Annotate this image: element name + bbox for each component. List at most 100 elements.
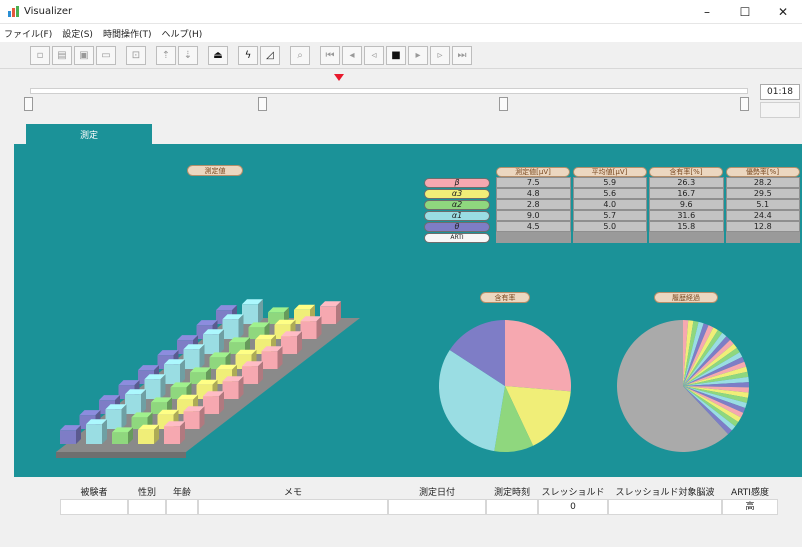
bar-3d [242,361,263,384]
import-icon[interactable]: ⊡ [126,46,146,65]
bar-3d [144,374,166,399]
subject-field[interactable] [60,499,128,515]
window-title: Visualizer [24,6,73,17]
date-field[interactable] [388,499,486,515]
upload-icon[interactable]: ⇡ [156,46,176,65]
bar-3d [86,419,107,444]
download-icon[interactable]: ⇣ [178,46,198,65]
table-cell: 5.9 [572,177,647,188]
step-back-icon[interactable]: ◂ [342,46,362,65]
arti-sensitivity-field[interactable]: 高 [722,499,778,515]
table-cell: 7.5 [496,177,571,188]
menu-bar: ファイル(F) 設定(S) 時間操作(T) ヘルプ(H) [0,24,802,42]
table-cell [496,232,571,243]
table-cell: 15.8 [649,221,724,232]
content-pie-chart [438,320,571,452]
table-cell: 4.8 [496,188,571,199]
table-cell: 5.0 [572,221,647,232]
measurement-title: 測定値 [187,165,243,176]
measurement-panel: 測定値 測定値[μV] 平均値[μV] 含有率[%] 優勢率[%] β 7.5 … [14,144,802,477]
menu-file[interactable]: ファイル(F) [4,27,52,40]
menu-help[interactable]: ヘルプ(H) [161,27,202,40]
time-input[interactable] [760,102,800,118]
new-icon[interactable]: ▫ [30,46,50,65]
content-pie-title: 含有率 [480,292,530,303]
pie-slice [505,320,571,392]
rewind-icon[interactable]: ⏮ [320,46,340,65]
flash-icon[interactable]: ϟ [238,46,258,65]
timeline-track[interactable] [30,88,748,94]
bar-3d [60,425,81,444]
header-threshold: スレッショルド [541,488,605,498]
memo-field[interactable] [198,499,388,515]
table-cell: 24.4 [725,210,800,221]
bar-3d [222,314,244,339]
zoom-icon[interactable]: ⌕ [290,46,310,65]
menu-time-control[interactable]: 時間操作(T) [103,27,152,40]
header-gender: 性別 [137,488,156,498]
save-icon[interactable]: ▣ [74,46,94,65]
bar-3d [183,344,205,369]
row-label-beta: β [424,177,490,188]
row-label-alpha3: α3 [424,188,490,199]
time-field[interactable] [486,499,538,515]
stop-icon[interactable]: ■ [386,46,406,65]
open-icon[interactable]: ▤ [52,46,72,65]
table-row: α2 2.8 4.0 9.6 5.1 [424,199,800,210]
row-label-alpha1: α1 [424,210,490,221]
range-handle-2[interactable] [499,97,508,111]
eject-icon[interactable]: ⏏ [208,46,228,65]
bar-3d [164,359,185,384]
bar-3d [112,427,133,444]
threshold-target-field[interactable] [608,499,722,515]
table-cell [725,232,800,243]
history-pie-title: 履歴経過 [654,292,718,303]
table-row: β 7.5 5.9 26.3 28.2 [424,177,800,188]
back-icon[interactable]: ◃ [364,46,384,65]
playhead-marker-icon[interactable] [334,74,344,81]
header-arti-sensitivity: ARTI感度 [731,488,769,498]
minimize-button[interactable]: – [688,0,726,24]
chart-icon[interactable]: ◿ [260,46,280,65]
step-forward-icon[interactable]: ▹ [430,46,450,65]
tab-measurement[interactable]: 測定 [26,124,152,144]
age-field[interactable] [166,499,198,515]
title-bar: Visualizer – ☐ ✕ [0,0,802,24]
table-cell: 16.7 [649,188,724,199]
export-icon[interactable]: ▭ [96,46,116,65]
menu-settings[interactable]: 設定(S) [62,27,93,40]
bar-3d [138,424,159,444]
range-start-handle[interactable] [24,97,33,111]
table-cell: 12.8 [725,221,800,232]
table-cell: 31.6 [649,210,724,221]
table-cell [572,232,647,243]
table-cell: 26.3 [649,177,724,188]
header-threshold-target: スレッショルド対象脳波 [615,488,715,498]
row-label-arti: ARTI [424,232,490,243]
maximize-button[interactable]: ☐ [726,0,764,24]
3d-bar-chart [56,299,360,458]
play-icon[interactable]: ▸ [408,46,428,65]
fast-forward-icon[interactable]: ⏭ [452,46,472,65]
table-cell: 4.5 [496,221,571,232]
toolbar: ▫ ▤ ▣ ▭ ⊡ ⇡ ⇣ ⏏ ϟ ◿ ⌕ ⏮ ◂ ◃ ■ ▸ ▹ ⏭ [0,43,802,69]
bar-3d [164,421,185,444]
col-header: 含有率[%] [649,166,723,177]
table-cell: 28.2 [725,177,800,188]
row-label-theta: θ [424,221,490,232]
range-handle-1[interactable] [258,97,267,111]
table-cell: 9.6 [649,199,724,210]
bar-3d [105,404,127,429]
threshold-field[interactable]: 0 [538,499,608,515]
bar-3d [242,299,263,324]
close-button[interactable]: ✕ [764,0,802,24]
range-end-handle[interactable] [740,97,749,111]
bar-3d [222,376,244,399]
header-age: 年齢 [172,488,191,498]
gender-field[interactable] [128,499,166,515]
header-memo: メモ [283,488,302,498]
bar-3d [203,391,224,414]
bar-3d [203,329,224,354]
table-row: θ 4.5 5.0 15.8 12.8 [424,221,800,232]
bar-3d [300,316,322,339]
